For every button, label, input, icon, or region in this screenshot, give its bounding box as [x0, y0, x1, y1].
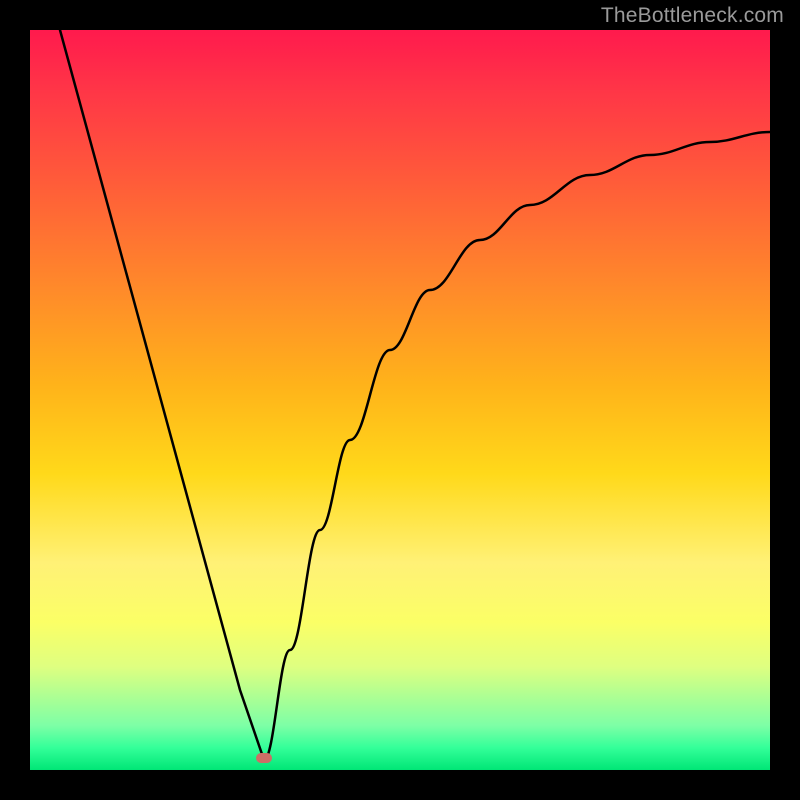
curve-left-branch — [60, 30, 264, 760]
watermark-text: TheBottleneck.com — [601, 4, 784, 28]
chart-frame: TheBottleneck.com — [0, 0, 800, 800]
bottleneck-curve — [30, 30, 770, 770]
plot-area — [30, 30, 770, 770]
minimum-marker — [256, 753, 272, 763]
curve-right-branch — [264, 132, 770, 760]
